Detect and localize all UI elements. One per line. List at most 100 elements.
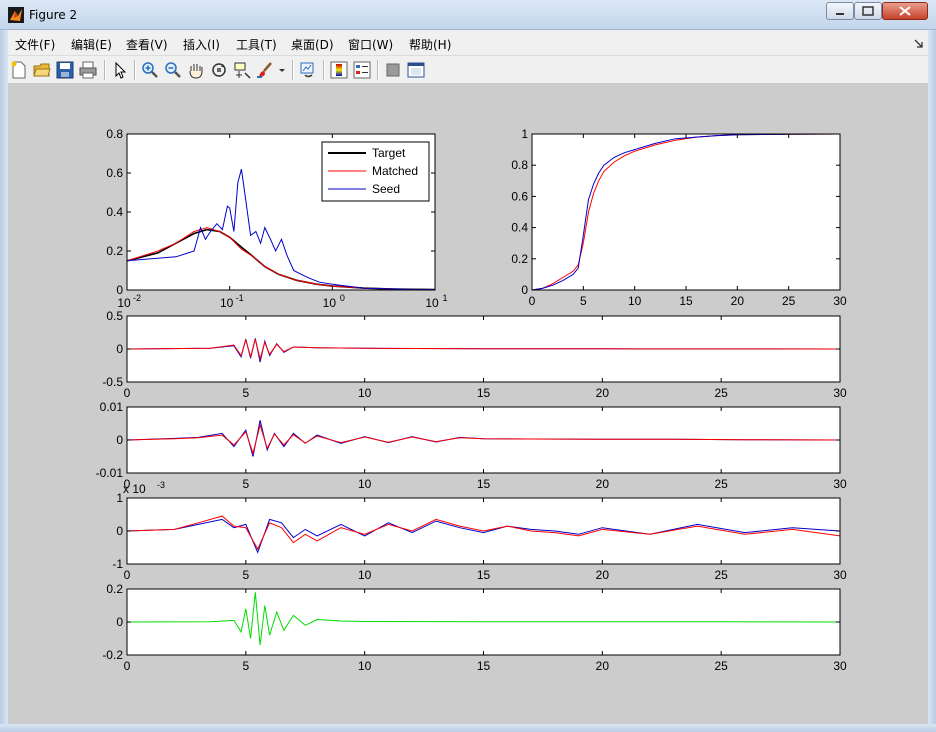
y-tick-label: 0.5: [106, 309, 123, 323]
x-tick-label: 10: [358, 659, 372, 673]
dropdown-arrow-icon[interactable]: [277, 61, 287, 79]
y-exponent-label: x 10: [123, 482, 146, 496]
menu-window[interactable]: 窗口(W): [348, 36, 393, 53]
x-tick-label: 10: [117, 296, 131, 310]
toolbar-separator: [104, 60, 106, 80]
x-tick-label: 25: [714, 386, 728, 400]
minimize-icon: [836, 13, 844, 15]
x-tick-label: 10: [358, 477, 372, 491]
y-tick-label: -0.5: [102, 375, 123, 389]
y-tick-label: 0.4: [511, 221, 528, 235]
y-tick-label: 0: [116, 615, 123, 629]
x-tick-exponent: 0: [340, 293, 345, 303]
maximize-icon: [862, 6, 874, 16]
figure-canvas[interactable]: 10 -2 10 -1 10 0 10 1 0 0.2 0.4 0.6 0.8 Target Matched…: [8, 84, 928, 724]
axes-6: 0 5 10 15 20 25 30-0.200.2: [102, 582, 847, 673]
y-tick-label: 1: [521, 127, 528, 141]
y-tick-label: 0: [116, 283, 123, 297]
x-tick-label: 20: [596, 477, 610, 491]
y-tick-label: -1: [112, 557, 123, 571]
y-tick-label: 0.6: [106, 166, 123, 180]
y-tick-label: 0.4: [106, 205, 123, 219]
zoom-in-icon[interactable]: [141, 61, 159, 79]
maximize-button[interactable]: [854, 2, 882, 20]
window-frame-bottom: [0, 724, 936, 732]
hide-plot-tools-icon[interactable]: [384, 61, 402, 79]
x-tick-label: 10: [220, 296, 234, 310]
axes-4: 0 5 10 15 20 25 30-0.0100.01: [96, 400, 847, 491]
x-tick-label: 30: [833, 386, 847, 400]
x-tick-label: 15: [477, 659, 491, 673]
menu-edit[interactable]: 编辑(E): [71, 36, 112, 53]
menu-insert[interactable]: 插入(I): [183, 36, 220, 53]
legend-label: Matched: [372, 164, 418, 178]
x-tick-label: 15: [477, 386, 491, 400]
y-tick-label: -0.2: [102, 648, 123, 662]
y-tick-label: 0.2: [511, 252, 528, 266]
x-tick-label: 5: [242, 477, 249, 491]
menu-bar: 文件(F) 编辑(E) 查看(V) 插入(I) 工具(T) 桌面(D) 窗口(W…: [0, 30, 936, 56]
save-icon[interactable]: [56, 61, 74, 79]
x-tick-label: 10: [628, 294, 642, 308]
x-tick-label: 20: [596, 386, 610, 400]
y-tick-label: 0.8: [511, 158, 528, 172]
x-tick-label: 0: [124, 568, 131, 582]
window-frame-left: [0, 30, 8, 732]
close-button[interactable]: [882, 2, 928, 20]
x-tick-label: 0: [529, 294, 536, 308]
x-tick-label: 25: [714, 659, 728, 673]
y-tick-label: 0: [116, 524, 123, 538]
y-tick-label: 0.2: [106, 244, 123, 258]
x-tick-label: 20: [596, 568, 610, 582]
y-exponent-value: -3: [157, 480, 165, 490]
insert-colorbar-icon[interactable]: [330, 61, 348, 79]
menu-tools[interactable]: 工具(T): [236, 36, 277, 53]
menu-desktop[interactable]: 桌面(D): [291, 36, 334, 53]
legend: Target Matched Seed: [321, 141, 430, 202]
axes-2: 0 5 10 15 20 25 30 0 0.2 0.4 0.6 0.8 1: [511, 127, 847, 308]
x-tick-label: 5: [242, 659, 249, 673]
x-tick-exponent: -2: [133, 293, 141, 303]
y-tick-label: 0: [116, 433, 123, 447]
x-tick-label: 10: [425, 296, 439, 310]
x-tick-label: 15: [477, 568, 491, 582]
x-tick-label: 25: [714, 568, 728, 582]
arrow-cursor-icon[interactable]: [111, 61, 129, 79]
print-icon[interactable]: [79, 61, 97, 79]
link-plot-icon[interactable]: [299, 61, 317, 79]
pan-icon[interactable]: [187, 61, 205, 79]
legend-label: Seed: [372, 182, 400, 196]
menu-view[interactable]: 查看(V): [126, 36, 168, 53]
show-plot-tools-icon[interactable]: [407, 61, 425, 79]
menu-help[interactable]: 帮助(H): [409, 36, 451, 53]
x-tick-label: 15: [679, 294, 693, 308]
toolbar-separator: [323, 60, 325, 80]
x-tick-label: 15: [477, 477, 491, 491]
brush-icon[interactable]: [256, 61, 274, 79]
axes-1: 10 -2 10 -1 10 0 10 100.20.40.60.8TargetMatched…: [106, 127, 447, 310]
toolbar-separator: [292, 60, 294, 80]
dock-arrow-icon[interactable]: [914, 39, 924, 49]
minimize-button[interactable]: [826, 2, 854, 20]
data-cursor-icon[interactable]: [233, 61, 251, 79]
rotate-3d-icon[interactable]: [210, 61, 228, 79]
zoom-out-icon[interactable]: [164, 61, 182, 79]
open-file-icon[interactable]: [33, 61, 51, 79]
insert-legend-icon[interactable]: [353, 61, 371, 79]
toolbar-separator: [134, 60, 136, 80]
x-tick-label: 5: [242, 386, 249, 400]
close-icon: [899, 6, 911, 16]
x-tick-label: 25: [714, 477, 728, 491]
axes-3: 0 5 10 15 20 25 30-0.500.5: [102, 309, 847, 400]
x-tick-label: 30: [833, 568, 847, 582]
window-frame-right: [928, 30, 936, 732]
x-tick-label: 10: [358, 568, 372, 582]
x-tick-exponent: -1: [236, 293, 244, 303]
y-tick-label: -0.01: [96, 466, 124, 480]
new-figure-icon[interactable]: [10, 61, 28, 79]
toolbar-separator: [377, 60, 379, 80]
x-tick-label: 10: [323, 296, 337, 310]
title-bar: Figure 2: [0, 0, 936, 30]
y-tick-label: 0.2: [106, 582, 123, 596]
menu-file[interactable]: 文件(F): [15, 36, 55, 53]
